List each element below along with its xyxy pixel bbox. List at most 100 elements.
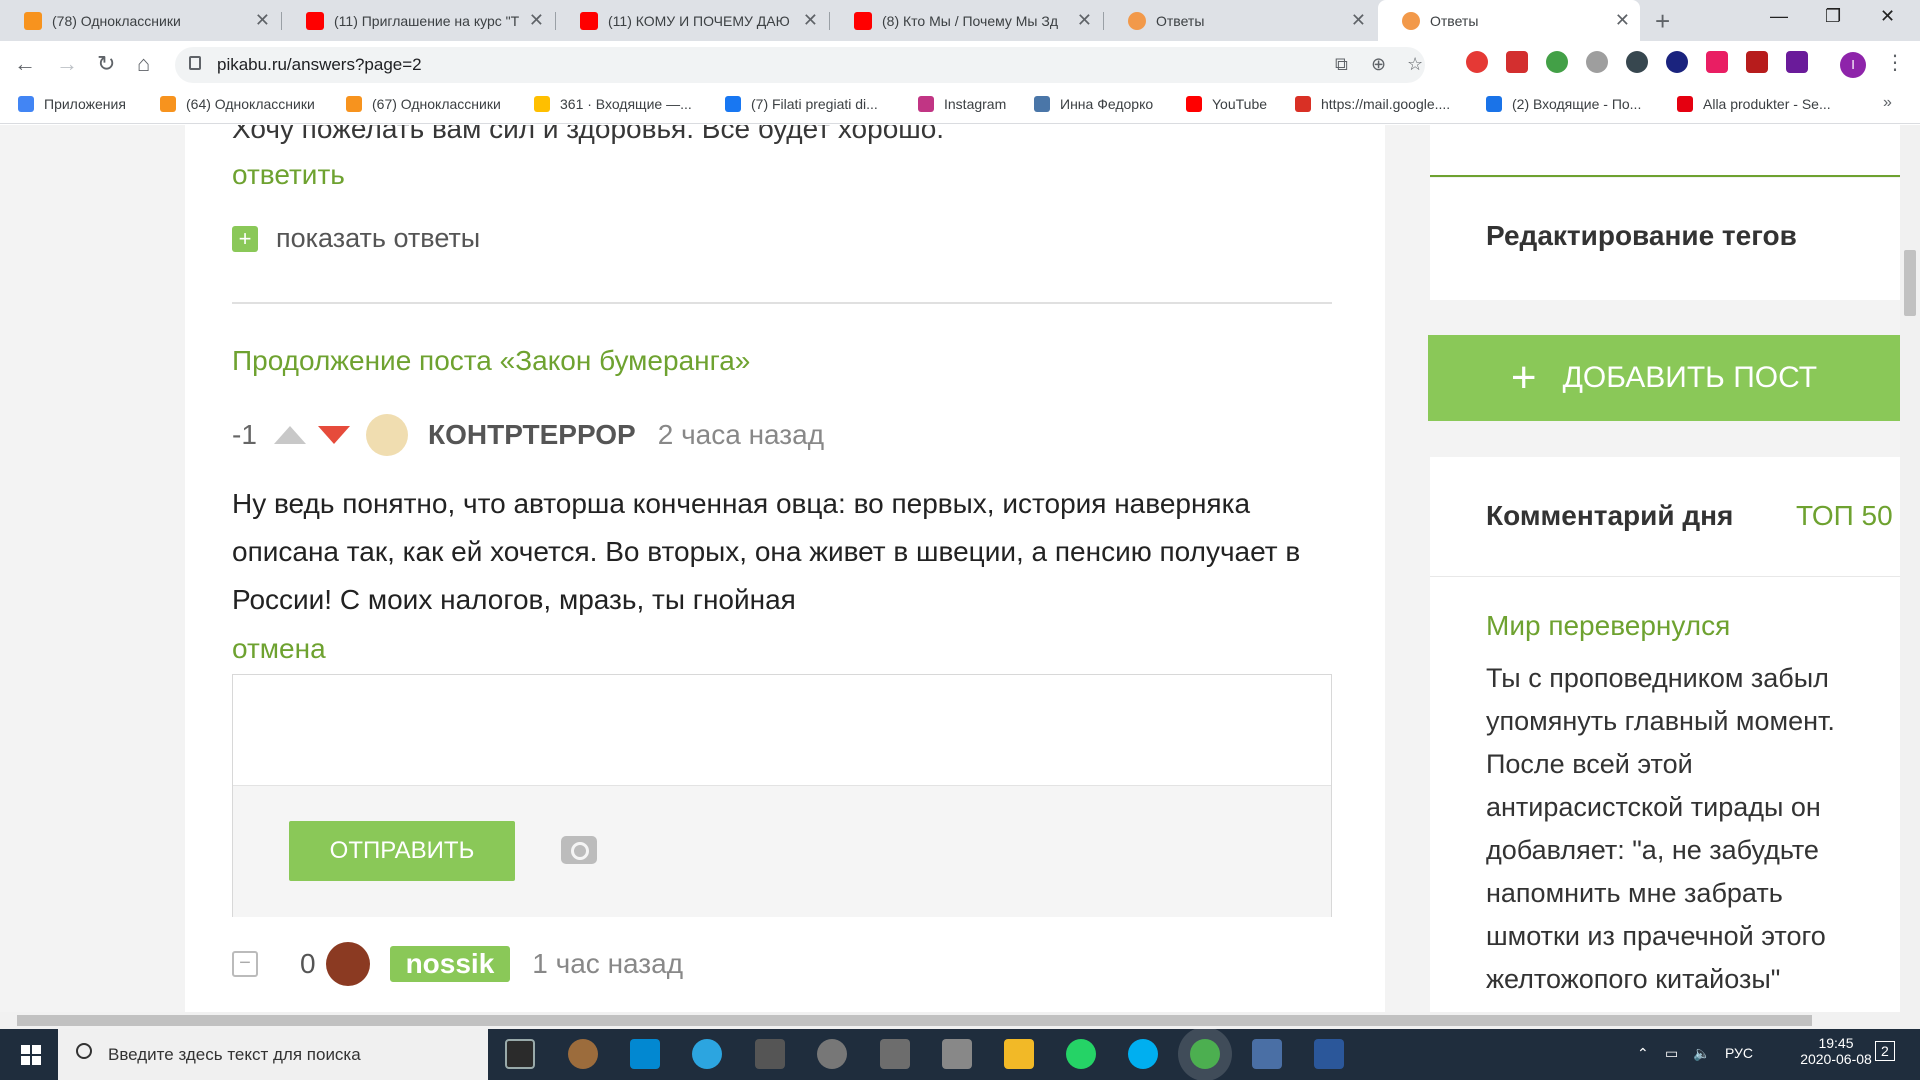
- close-tab-icon[interactable]: ✕: [529, 10, 544, 31]
- extension-icon[interactable]: [1546, 51, 1568, 73]
- language-indicator[interactable]: РУС: [1725, 1045, 1753, 1061]
- send-button[interactable]: ОТПРАВИТЬ: [289, 821, 515, 881]
- post-title-link[interactable]: Продолжение поста «Закон бумеранга»: [232, 345, 750, 377]
- clock[interactable]: 19:45 2020-06-08: [1796, 1035, 1876, 1067]
- whatsapp-icon[interactable]: [1066, 1039, 1096, 1069]
- display-icon[interactable]: [1252, 1039, 1282, 1069]
- bookmark-item[interactable]: (67) Одноклассники: [346, 96, 501, 112]
- media-icon[interactable]: [817, 1039, 847, 1069]
- bookmark-apps[interactable]: Приложения: [18, 96, 126, 112]
- adblock-icon[interactable]: [1466, 51, 1488, 73]
- bookmark-star-icon[interactable]: ☆: [1407, 54, 1423, 75]
- translate-icon[interactable]: ⧉: [1335, 54, 1348, 75]
- vertical-scrollbar[interactable]: [1900, 125, 1920, 1015]
- reply-form: ОТПРАВИТЬ: [232, 674, 1332, 917]
- add-post-button[interactable]: + ДОБАВИТЬ ПОСТ: [1428, 335, 1900, 421]
- back-icon[interactable]: ←: [14, 51, 36, 77]
- address-bar[interactable]: pikabu.ru/answers?page=2 ⧉ ⊕ ☆: [175, 47, 1425, 83]
- bookmark-item[interactable]: Instagram: [918, 96, 1006, 112]
- bookmark-item[interactable]: Alla produkter - Se...: [1677, 96, 1831, 112]
- profile-avatar[interactable]: I: [1840, 52, 1866, 78]
- new-tab-icon[interactable]: +: [1655, 6, 1670, 37]
- avatar[interactable]: [325, 942, 370, 986]
- maximize-icon[interactable]: ❐: [1825, 6, 1841, 27]
- extension-icon[interactable]: [1626, 51, 1648, 73]
- reply-link[interactable]: ответить: [232, 159, 345, 191]
- cancel-link[interactable]: отмена: [232, 633, 326, 665]
- collapse-icon[interactable]: −: [232, 951, 258, 977]
- camera-icon[interactable]: [561, 836, 597, 864]
- calculator-icon[interactable]: [755, 1039, 785, 1069]
- telegram-icon[interactable]: [692, 1039, 722, 1069]
- close-tab-icon[interactable]: ✕: [1351, 10, 1366, 31]
- scrollbar-thumb[interactable]: [17, 1015, 1812, 1026]
- bookmark-item[interactable]: 361 · Входящие —...: [534, 96, 692, 112]
- reload-icon[interactable]: ↻: [97, 51, 115, 77]
- browser-tab-active[interactable]: Ответы ✕: [1378, 0, 1640, 41]
- extension-icon[interactable]: [1586, 51, 1608, 73]
- task-view-icon[interactable]: [505, 1039, 535, 1069]
- bookmark-item[interactable]: YouTube: [1186, 96, 1267, 112]
- taskbar: Введите здесь текст для поиска ⌃ ▭ 🔈 РУС…: [0, 1029, 1920, 1080]
- comment-time[interactable]: 2 часа назад: [658, 419, 824, 451]
- notifications-icon[interactable]: 2: [1875, 1041, 1895, 1061]
- mail-icon: [1486, 96, 1502, 112]
- close-window-icon[interactable]: ✕: [1880, 6, 1895, 27]
- url-text[interactable]: pikabu.ru/answers?page=2: [217, 55, 422, 75]
- skype-icon[interactable]: [1128, 1039, 1158, 1069]
- menu-icon[interactable]: ⋮: [1885, 50, 1905, 75]
- comment-text-partial: Хочу пожелать вам сил и здоровья. Всё бу…: [232, 125, 945, 144]
- ublock-icon[interactable]: [1506, 51, 1528, 73]
- taskbar-search[interactable]: Введите здесь текст для поиска: [58, 1029, 488, 1080]
- bookmark-item[interactable]: (2) Входящие - По...: [1486, 96, 1641, 112]
- upvote-icon[interactable]: [274, 426, 306, 444]
- camera-app-icon[interactable]: [942, 1039, 972, 1069]
- avatar[interactable]: [366, 414, 408, 456]
- bookmarks-bar: Приложения (64) Одноклассники (67) Однок…: [0, 89, 1920, 124]
- comment-of-day-post-link[interactable]: Мир перевернулся: [1486, 610, 1730, 642]
- chrome-icon[interactable]: [1190, 1039, 1220, 1069]
- comment-time[interactable]: 1 час назад: [532, 948, 683, 980]
- close-tab-icon[interactable]: ✕: [1615, 10, 1630, 31]
- bookmark-item[interactable]: https://mail.google....: [1295, 96, 1450, 112]
- scrollbar-thumb[interactable]: [1904, 250, 1916, 316]
- forward-icon[interactable]: →: [56, 51, 78, 77]
- close-tab-icon[interactable]: ✕: [803, 10, 818, 31]
- extension-icon[interactable]: [1786, 51, 1808, 73]
- plus-icon: +: [1510, 353, 1537, 402]
- top50-link[interactable]: ТОП 50: [1796, 500, 1893, 532]
- paint-icon[interactable]: [568, 1039, 598, 1069]
- browser-tab[interactable]: (8) Кто Мы / Почему Мы Зд ✕: [830, 0, 1102, 41]
- zoom-icon[interactable]: ⊕: [1371, 54, 1386, 75]
- browser-tab[interactable]: (11) КОМУ И ПОЧЕМУ ДАЮ ✕: [556, 0, 828, 41]
- word-icon[interactable]: [1314, 1039, 1344, 1069]
- close-tab-icon[interactable]: ✕: [255, 10, 270, 31]
- minimize-icon[interactable]: —: [1770, 6, 1788, 27]
- file-explorer-icon[interactable]: [1004, 1039, 1034, 1069]
- browser-tab[interactable]: (11) Приглашение на курс "Т ✕: [282, 0, 554, 41]
- bookmark-item[interactable]: Инна Федорко: [1034, 96, 1153, 112]
- edit-tags-heading[interactable]: Редактирование тегов: [1486, 220, 1797, 252]
- extension-icon[interactable]: [1746, 51, 1768, 73]
- chevron-up-icon[interactable]: ⌃: [1637, 1045, 1649, 1062]
- home-icon[interactable]: ⌂: [137, 51, 150, 77]
- volume-icon[interactable]: 🔈: [1693, 1045, 1710, 1062]
- close-tab-icon[interactable]: ✕: [1077, 10, 1092, 31]
- start-button[interactable]: [0, 1029, 58, 1080]
- comment-author[interactable]: КОНТРТЕРРОР: [428, 419, 636, 451]
- reply-textarea[interactable]: [233, 675, 1331, 785]
- downvote-icon[interactable]: [318, 426, 350, 444]
- browser-tab[interactable]: Ответы ✕: [1104, 0, 1376, 41]
- microphone-icon[interactable]: [880, 1039, 910, 1069]
- instagram-app-icon[interactable]: [630, 1039, 660, 1069]
- more-bookmarks-icon[interactable]: »: [1883, 94, 1892, 112]
- horizontal-scrollbar[interactable]: [0, 1012, 1920, 1029]
- bookmark-item[interactable]: (7) Filati pregiati di...: [725, 96, 878, 112]
- bookmark-item[interactable]: (64) Одноклассники: [160, 96, 315, 112]
- pocket-icon[interactable]: [1706, 51, 1728, 73]
- comment-author-badge[interactable]: nossik: [389, 946, 511, 982]
- show-answers-button[interactable]: + показать ответы: [232, 223, 480, 254]
- browser-tab[interactable]: (78) Одноклассники ✕: [0, 0, 280, 41]
- network-icon[interactable]: ▭: [1665, 1045, 1678, 1062]
- extension-icon[interactable]: [1666, 51, 1688, 73]
